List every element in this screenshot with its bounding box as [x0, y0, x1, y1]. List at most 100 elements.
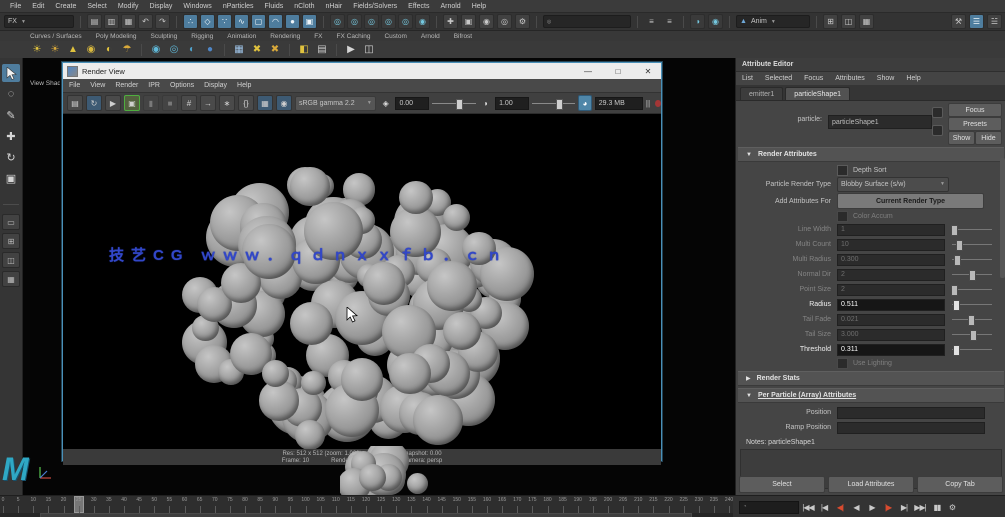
section-render-stats[interactable]: ▶ Render Stats — [738, 371, 1004, 386]
attr-field-threshold[interactable]: 0.311 — [837, 344, 945, 356]
layout-single-pane-button[interactable]: ▭ — [2, 214, 20, 230]
channelbox-toggle-icon[interactable]: ≡ — [662, 14, 677, 29]
modeling-toolkit-toggle-icon[interactable]: ⚒ — [951, 14, 966, 29]
rendered-image[interactable]: 技艺CG ｗｗｗ．ｑｄｎｘｘｆｂ．ｃｎ — [63, 114, 661, 449]
render-view-menu-help[interactable]: Help — [237, 82, 251, 89]
focus-button[interactable]: Focus — [948, 103, 1002, 117]
keep-image-icon[interactable]: ∗ — [219, 95, 235, 111]
shelf-tab-fx-caching[interactable]: FX Caching — [337, 33, 371, 40]
go-to-start-button[interactable]: |◀◀ — [802, 501, 814, 514]
exposure-field[interactable]: 0.00 — [395, 97, 429, 110]
attr-field-tail-size[interactable]: 3.000 — [837, 329, 945, 341]
menu-select[interactable]: Select — [87, 3, 106, 10]
shelf-tab-poly-modeling[interactable]: Poly Modeling — [96, 33, 137, 40]
step-back-key-button[interactable]: ◀| — [834, 501, 846, 514]
gamma-slider[interactable] — [532, 103, 575, 104]
show-button[interactable]: Show — [948, 131, 975, 145]
mask-rendering-icon[interactable]: ▣ — [302, 14, 317, 29]
attr-field-tail-fade[interactable]: 0.021 — [837, 314, 945, 326]
menu-windows[interactable]: Windows — [183, 3, 211, 10]
hide-button[interactable]: Hide — [975, 131, 1002, 145]
render-current-frame-icon[interactable]: ◉ — [479, 14, 494, 29]
ipr-render-icon[interactable]: ◎ — [497, 14, 512, 29]
current-frame-field[interactable]: ◔ — [739, 501, 799, 514]
maximize-button[interactable]: □ — [605, 63, 631, 79]
ae-menu-selected[interactable]: Selected — [765, 75, 792, 82]
attr-slider-radius[interactable] — [952, 304, 992, 305]
step-forward-frame-button[interactable]: ▶| — [898, 501, 910, 514]
save-scene-icon[interactable]: ▦ — [121, 14, 136, 29]
section-render-attributes[interactable]: ▼ Render Attributes — [738, 147, 1004, 162]
layout-hypershade-button[interactable]: ▦ — [2, 271, 20, 287]
presets-button[interactable]: Presets — [948, 117, 1002, 131]
mask-hierarchy-icon[interactable]: ∴ — [183, 14, 198, 29]
attr-slider-tail-fade[interactable] — [952, 319, 992, 320]
redo-icon[interactable]: ↷ — [155, 14, 170, 29]
quick-selection-field[interactable]: ◎ — [543, 15, 631, 28]
render-view-menu-options[interactable]: Options — [170, 82, 194, 89]
time-slider[interactable]: 0510152025303540455055606570758085909510… — [0, 495, 733, 513]
ae-tab-particleShape1[interactable]: particleShape1 — [785, 87, 850, 100]
color-accum-checkbox[interactable] — [837, 211, 848, 222]
rotate-tool-button[interactable]: ↻ — [2, 148, 20, 166]
instancer-icon[interactable]: ☂ — [120, 43, 134, 57]
slider-handle[interactable] — [953, 300, 960, 311]
emitter-icon[interactable]: ☀ — [30, 43, 44, 57]
render-view-menu-file[interactable]: File — [69, 82, 80, 89]
slider-handle[interactable] — [456, 99, 463, 110]
mask-deformations-icon[interactable]: ◠ — [268, 14, 283, 29]
grid-toggle-icon[interactable]: ⊞ — [823, 14, 838, 29]
scale-tool-button[interactable]: ▣ — [2, 169, 20, 187]
render-view-menu-view[interactable]: View — [90, 82, 105, 89]
shelf-tab-rigging[interactable]: Rigging — [191, 33, 213, 40]
remove-image-icon[interactable]: {} — [238, 95, 254, 111]
menu-effects[interactable]: Effects — [408, 3, 429, 10]
snapshot-icon[interactable]: # — [181, 95, 197, 111]
load-attributes-button[interactable]: Load Attributes — [828, 476, 914, 493]
select-tool-button[interactable] — [2, 64, 20, 82]
ipr-stop-icon[interactable] — [655, 100, 661, 107]
particle-render-type-dropdown[interactable]: Blobby Surface (s/w) ▼ — [837, 177, 949, 192]
slider-handle[interactable] — [953, 345, 960, 356]
mask-points-icon[interactable]: ∵ — [217, 14, 232, 29]
shelf-tab-rendering[interactable]: Rendering — [270, 33, 300, 40]
menu-ncloth[interactable]: nCloth — [294, 3, 314, 10]
attr-slider-threshold[interactable] — [952, 349, 992, 350]
playback-options-icon[interactable]: ▮▮ — [931, 501, 943, 514]
soft-select-icon[interactable]: ◉ — [708, 14, 723, 29]
menu-help[interactable]: Help — [472, 3, 486, 10]
move-tool-button[interactable]: ✚ — [2, 127, 20, 145]
paint-select-tool-button[interactable]: ✎ — [2, 106, 20, 124]
attr-field-radius[interactable]: 0.511 — [837, 299, 945, 311]
tool-settings-toggle-icon[interactable]: ☱ — [987, 14, 1002, 29]
sidebar-toggle-icon[interactable]: ≡ — [644, 14, 659, 29]
menu-nparticles[interactable]: nParticles — [223, 3, 254, 10]
render-view-menu-ipr[interactable]: IPR — [148, 82, 160, 89]
fluid-container-icon[interactable]: ◉ — [149, 43, 163, 57]
exposure-slider[interactable] — [432, 103, 475, 104]
menu-edit[interactable]: Edit — [32, 3, 44, 10]
menu-file[interactable]: File — [10, 3, 21, 10]
render-region-icon[interactable]: ▶ — [105, 95, 121, 111]
volume-emitter-icon[interactable]: ▲ — [66, 43, 80, 57]
rgb-channels-icon[interactable]: ▦ — [257, 95, 273, 111]
ocean-icon[interactable]: ◎ — [167, 43, 181, 57]
menu-create[interactable]: Create — [55, 3, 76, 10]
ipr-render-icon[interactable]: ▣ — [124, 95, 140, 111]
use-lighting-checkbox[interactable] — [837, 358, 848, 369]
menu-nhair[interactable]: nHair — [325, 3, 342, 10]
open-render-view-icon[interactable]: ▣ — [461, 14, 476, 29]
snap-point-icon[interactable]: ◎ — [364, 14, 379, 29]
attr-slider-normal-dir[interactable] — [952, 274, 992, 275]
slider-handle[interactable] — [970, 330, 977, 341]
mask-dynamics-icon[interactable]: ● — [285, 14, 300, 29]
shelf-tab-sculpting[interactable]: Sculpting — [151, 33, 178, 40]
ae-menu-show[interactable]: Show — [877, 75, 895, 82]
expression-editor-icon[interactable]: ◫ — [362, 43, 376, 57]
mask-curves-icon[interactable]: ∿ — [234, 14, 249, 29]
shelf-tab-custom[interactable]: Custom — [384, 33, 406, 40]
goal-icon[interactable]: ◐ — [102, 43, 116, 57]
attr-slider-multi-count[interactable] — [952, 244, 992, 245]
slider-handle[interactable] — [951, 285, 958, 296]
paint-effects-icon[interactable]: ◧ — [297, 43, 311, 57]
